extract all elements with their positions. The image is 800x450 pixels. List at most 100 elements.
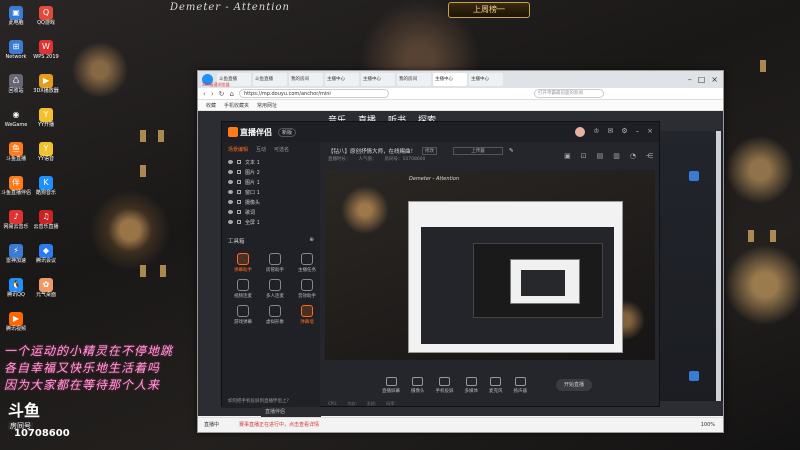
stream-preview[interactable]: Demeter - Attention [325,170,655,360]
pencil-icon[interactable]: ✎ [509,148,514,154]
tool-button[interactable]: 弹幕助手 [228,253,258,273]
lock-icon[interactable] [237,190,241,194]
gear-icon[interactable]: ⚙ [621,127,627,137]
share-icon[interactable]: ⋲ [646,152,653,160]
desktop-icon[interactable]: 鱼斗鱼直播 [0,142,32,162]
status-news[interactable]: 赛事直播正在进行中，点击查看详情 [239,418,319,432]
lock-icon[interactable] [237,180,241,184]
search-input[interactable]: 打开帝霸最前面的新闻 [533,89,604,98]
avatar[interactable] [575,127,586,137]
tool-button[interactable]: 房管助手 [260,253,290,273]
desktop-icon[interactable]: ⚡ 雷神加速 [0,244,32,264]
start-stream-button[interactable]: 开始直播 [556,379,592,391]
tool-button[interactable]: 游戏弹幕 [228,305,258,325]
side-tab[interactable]: 可选名 [274,146,289,153]
scrollbar[interactable] [716,131,721,401]
tool-button[interactable]: 音效助手 [292,279,322,299]
source-item[interactable]: 窗口 1 [222,187,320,197]
browser-tab[interactable]: 主播中心 [325,73,359,86]
tool-button[interactable]: 虚拟形象 [260,305,290,325]
desktop-icon[interactable]: ▶ 腾讯视频 [0,312,32,332]
close-icon[interactable]: × [647,127,653,137]
eye-icon[interactable] [228,210,233,214]
browser-tab[interactable]: 主播中心 [469,73,503,86]
desktop-icon[interactable]: ▶ 3DX播放器 [30,74,62,94]
toolbar-button[interactable]: 扬声器 [514,376,527,394]
lock-icon[interactable] [237,170,241,174]
desktop-icon[interactable]: W WPS 2019 [30,40,62,60]
forward-icon[interactable]: › [211,90,214,98]
tool-button[interactable]: 主播任务 [292,253,322,273]
browser-tab[interactable]: 斗鱼直播 [253,73,287,86]
toolbar-button[interactable]: 麦克风 [489,376,503,394]
lock-icon[interactable] [237,220,241,224]
shirt-icon[interactable]: ♔ [593,127,599,137]
eye-icon[interactable] [228,200,233,204]
lock-icon[interactable] [237,210,241,214]
desktop-icon[interactable]: ✿ 元气桌面 [30,278,62,298]
source-item[interactable]: 歌词 [222,207,320,217]
desktop-icon[interactable]: 🐧 腾讯QQ [0,278,32,298]
desktop-icon[interactable]: ▣ 此电脑 [0,6,32,26]
mail-icon[interactable]: ✉ [607,127,613,137]
desktop-icon[interactable]: 伴斗鱼直播伴侣 [0,176,32,196]
toolbar-button[interactable]: 多媒体 [465,376,478,394]
refresh-icon[interactable]: ↻ [219,90,225,98]
eye-icon[interactable] [228,220,233,224]
url-input[interactable]: https://mp.douyu.com/anchor/mini [238,89,389,98]
screenshot-icon[interactable]: ▣ [564,152,571,160]
tool-button[interactable]: 视频连麦 [228,279,258,299]
minimize-icon[interactable]: – [688,75,692,84]
checkbox-icon[interactable] [689,171,699,181]
toolbar-button[interactable]: 直播屏幕 [382,376,400,394]
version-badge[interactable]: 新版 [278,127,297,137]
add-icon[interactable]: ⊕ [309,237,314,245]
eye-icon[interactable] [228,190,233,194]
eye-icon[interactable] [228,160,233,164]
bookmark-item[interactable]: 收藏 [206,102,216,109]
eye-icon[interactable] [228,170,233,174]
side-tab[interactable]: 互动 [256,146,266,153]
desktop-icon[interactable]: ◆ 腾讯会议 [30,244,62,264]
toolbar-button[interactable]: 手机投屏 [436,376,454,394]
lock-icon[interactable]: ⊡ [581,152,587,160]
home-icon[interactable]: ⌂ [230,90,234,98]
desktop-icon[interactable]: ◉ WeGame [0,108,32,128]
desktop-icon[interactable]: ♫ 云音乐直播 [30,210,62,230]
checkbox-icon[interactable] [689,371,699,381]
browser-tab[interactable]: 我的房间 [289,73,323,86]
side-tab[interactable]: 场景编辑 [228,146,248,153]
source-item[interactable]: 全屏 1 [222,217,320,227]
close-icon[interactable]: × [711,75,718,84]
lock-icon[interactable] [237,160,241,164]
maximize-icon[interactable]: □ [698,75,706,84]
pip-icon[interactable]: ▥ [613,152,620,160]
minimize-icon[interactable]: – [636,127,640,137]
desktop-icon[interactable]: Y YY开播 [30,108,62,128]
source-item[interactable]: 图片 2 [222,167,320,177]
bookmark-item[interactable]: 手机收藏夹 [224,102,249,109]
zoom-level[interactable]: 100% [701,418,723,432]
browser-tab[interactable]: 我的房间 [397,73,431,86]
desktop-icon[interactable]: ♪ 网易云音乐 [0,210,32,230]
browser-tab[interactable]: 主播中心 [433,73,467,86]
lock-icon[interactable] [237,200,241,204]
edit-title-button[interactable]: 修改 [422,147,438,155]
source-item[interactable]: 文本 1 [222,157,320,167]
help-link[interactable]: 如何把手机投屏到直播伴侣上? [228,398,289,404]
app-taskbar-item[interactable]: 直播伴侣 [261,407,321,417]
source-item[interactable]: 图片 1 [222,177,320,187]
back-icon[interactable]: ‹ [203,90,206,98]
toolbar-button[interactable]: 摄像头 [411,376,425,394]
bookmark-item[interactable]: 常用网址 [257,102,277,109]
desktop-icon[interactable]: Q QQ游戏 [30,6,62,26]
desktop-icon[interactable]: Y YY语音 [30,142,62,162]
desktop-icon[interactable]: K 酷狗音乐 [30,176,62,196]
tool-button[interactable]: 多人连麦 [260,279,290,299]
layout-icon[interactable]: ▤ [597,152,604,160]
category-select[interactable]: 上传酱 [453,147,504,155]
tool-button[interactable]: 弹幕墙 [292,305,322,325]
source-item[interactable]: 摄像头 [222,197,320,207]
desktop-icon[interactable]: ♺ 回收站 [0,74,32,94]
bell-icon[interactable]: ◔ [630,152,636,160]
